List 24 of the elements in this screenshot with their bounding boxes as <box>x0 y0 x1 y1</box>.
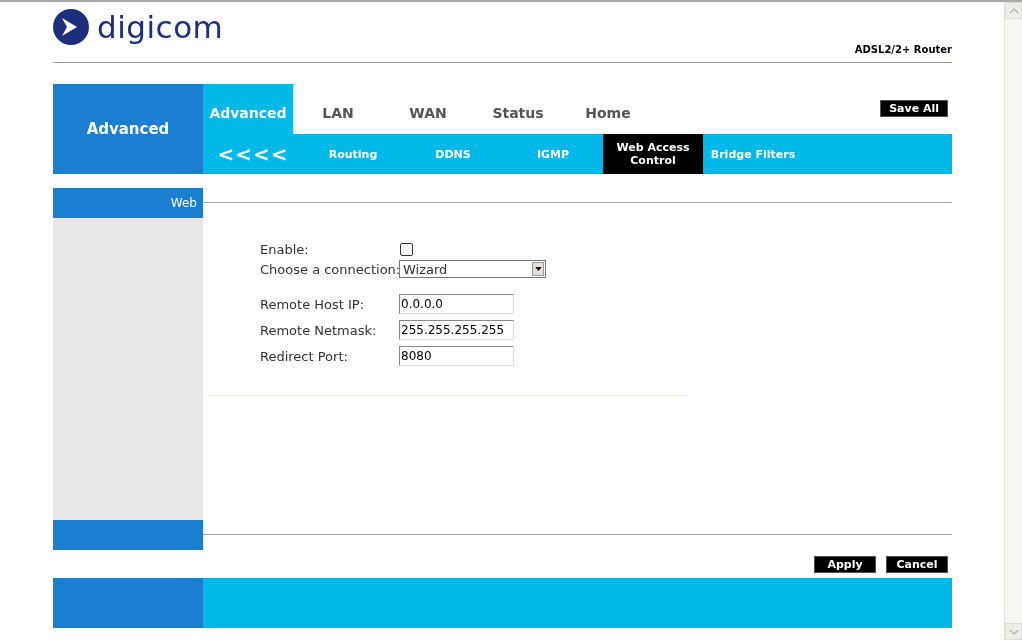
form-button[interactable]: Cancel <box>886 556 948 573</box>
input-field[interactable]: 255.255.255.255 <box>399 320 514 340</box>
scrollbar[interactable] <box>1004 2 1022 640</box>
subnav-tab[interactable]: Web Access Control <box>603 134 703 174</box>
logo-text: digicom <box>97 9 224 45</box>
product-name: ADSL2/2+ Router <box>854 44 952 55</box>
field-label: Choose a connection: <box>260 261 399 277</box>
save-all-button[interactable]: Save All <box>880 100 948 117</box>
nav-tab[interactable]: LAN <box>293 84 383 134</box>
logo-icon <box>53 9 89 45</box>
field-label: Remote Netmask: <box>260 322 378 338</box>
nav-tab[interactable]: WAN <box>383 84 473 134</box>
form-button[interactable]: Apply <box>814 556 876 573</box>
field-label: Enable: <box>260 241 310 257</box>
checkbox[interactable] <box>400 242 413 256</box>
field-label: Redirect Port: <box>260 348 349 364</box>
nav-tab[interactable]: Home <box>563 84 653 134</box>
field-label: Remote Host IP: <box>260 296 366 312</box>
nav-tab[interactable]: Status <box>473 84 563 134</box>
sidebar-title: Web <box>53 188 203 218</box>
section-title: Advanced <box>53 84 203 174</box>
input-field[interactable]: 8080 <box>399 346 514 366</box>
input-field[interactable]: 0.0.0.0 <box>399 294 514 314</box>
connection-dropdown[interactable]: Wizard <box>399 260 546 278</box>
